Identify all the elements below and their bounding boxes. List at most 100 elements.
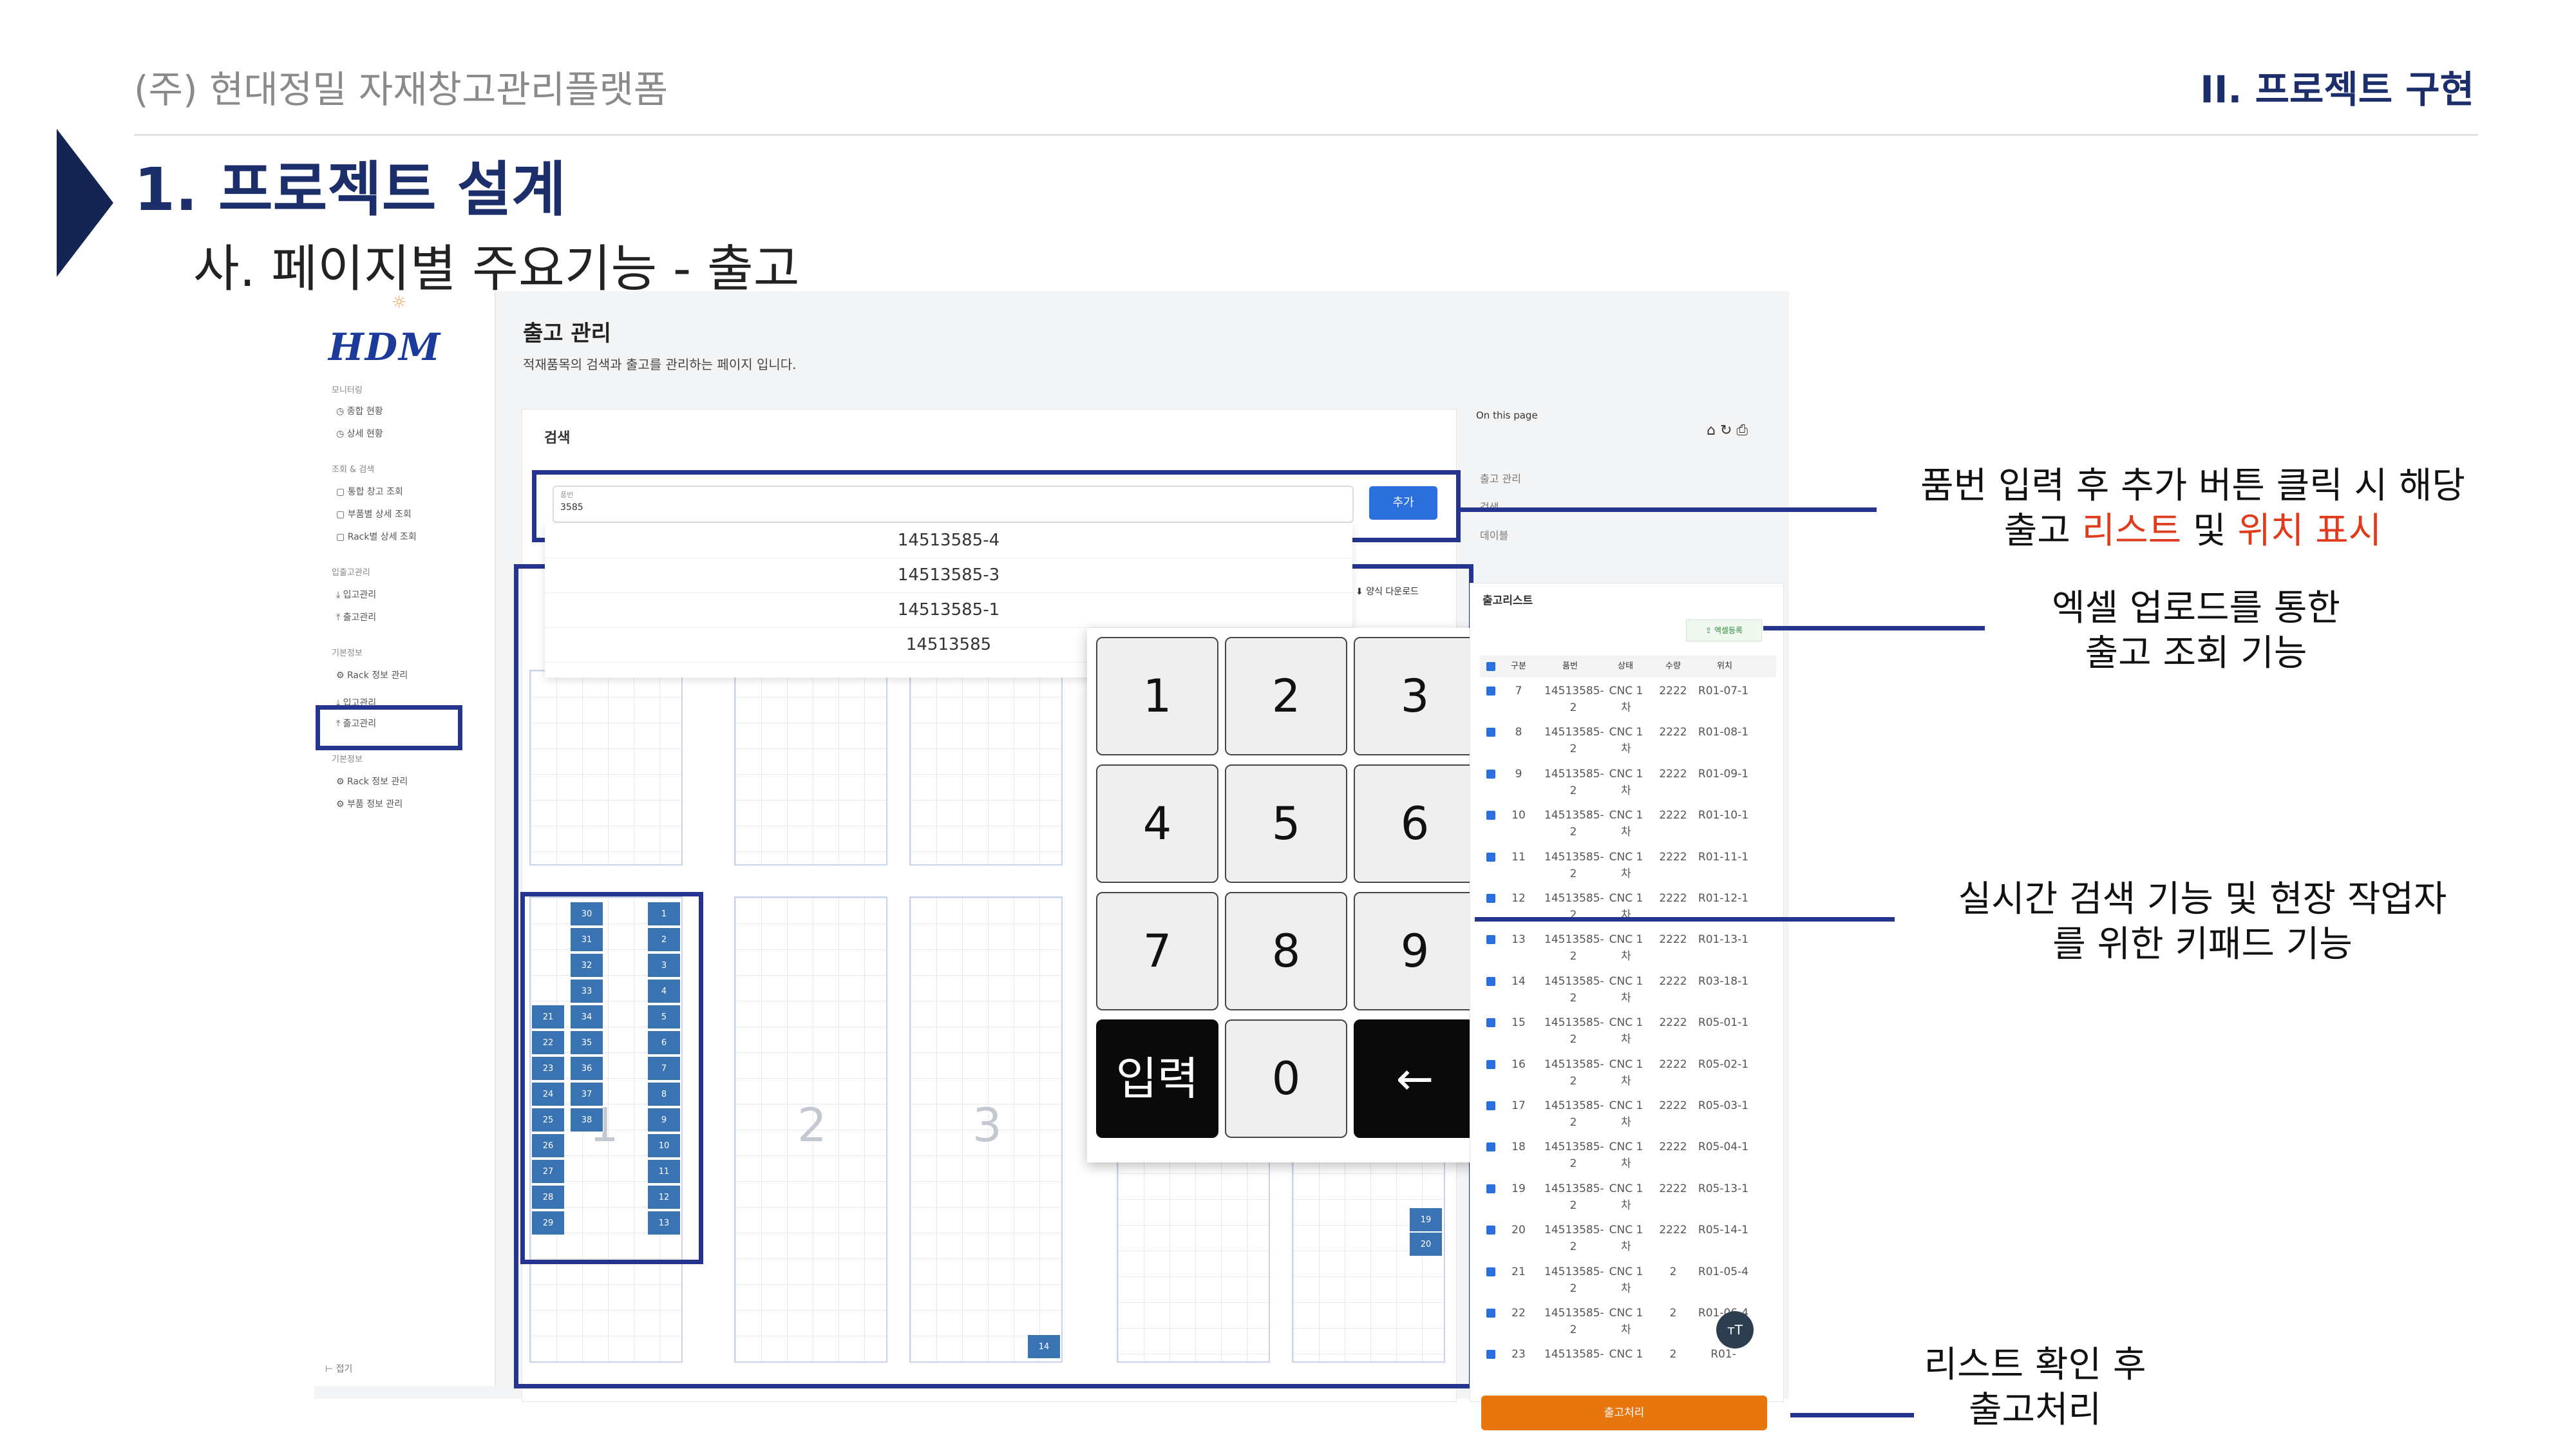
row-checkbox[interactable] [1486, 811, 1495, 820]
refresh-icon[interactable]: ↻ [1720, 422, 1732, 439]
row-checkbox[interactable] [1486, 769, 1495, 779]
annotation-keypad: 실시간 검색 기능 및 현장 작업자 를 위한 키패드 기능 [1880, 877, 2524, 967]
rack-cell[interactable]: 14 [1027, 1334, 1061, 1359]
table-row[interactable]: 20 14513585-2 CNC 1차 2222 R05-14-1 [1480, 1220, 1776, 1262]
sidebar-item[interactable]: ◷ 상세 현황 [336, 427, 383, 440]
shipment-list-title: 출고리스트 [1482, 594, 1533, 607]
app-logo[interactable]: HDM [328, 325, 441, 369]
row-checkbox[interactable] [1486, 1101, 1495, 1110]
sidebar-item[interactable]: ⤒ 출고관리 [336, 611, 376, 623]
table-row[interactable]: 18 14513585-2 CNC 1차 2222 R05-04-1 [1480, 1137, 1776, 1179]
row-checkbox[interactable] [1486, 1184, 1495, 1193]
table-row[interactable]: 13 14513585-2 CNC 1차 2222 R01-13-1 [1480, 930, 1776, 971]
key-enter[interactable]: 입력 [1096, 1019, 1218, 1138]
key-5[interactable]: 5 [1225, 764, 1347, 883]
row-checkbox[interactable] [1486, 687, 1495, 696]
annotation-connector [1475, 917, 1895, 922]
sidebar-item[interactable]: ▢ 통합 창고 조회 [336, 485, 403, 498]
key-1[interactable]: 1 [1096, 637, 1218, 755]
row-checkbox[interactable] [1486, 852, 1495, 862]
table-cell: R01-07-1 [1698, 685, 1749, 697]
table-cell: 14513585-2 [1544, 1182, 1604, 1212]
sidebar-item[interactable]: ⚙ Rack 정보 관리 [336, 668, 408, 681]
sidebar-group-label: 기본정보 [332, 755, 363, 764]
table-row[interactable]: 10 14513585-2 CNC 1차 2222 R01-10-1 [1480, 806, 1776, 847]
annotation-line: 리스트 확인 후 [1924, 1344, 2146, 1386]
suggestion-item[interactable]: 14513585-1 [545, 592, 1352, 628]
table-cell: 22 [1511, 1307, 1526, 1320]
row-checkbox[interactable] [1486, 1142, 1495, 1152]
row-checkbox[interactable] [1486, 894, 1495, 903]
table-row[interactable]: 7 14513585-2 CNC 1차 2222 R01-07-1 [1480, 681, 1776, 723]
home-icon[interactable]: ⌂ [1707, 422, 1716, 439]
toc-link[interactable]: 데이블 [1480, 527, 1508, 542]
table-row[interactable]: 8 14513585-2 CNC 1차 2222 R01-08-1 [1480, 723, 1776, 764]
key-3[interactable]: 3 [1354, 637, 1476, 755]
sidebar-item[interactable]: ⚙ Rack 정보 관리 [336, 775, 408, 788]
table-cell: 23 [1511, 1348, 1526, 1361]
toc-link[interactable]: 출고 관리 [1480, 470, 1521, 486]
table-cell: 2222 [1659, 892, 1687, 905]
annotation-connector [1461, 507, 1877, 512]
table-row[interactable]: 11 14513585-2 CNC 1차 2222 R01-11-1 [1480, 848, 1776, 889]
annotation-excel: 엑셀 업로드를 통한 출고 조회 기능 [1932, 586, 2460, 676]
ship-process-button[interactable]: 출고처리 [1481, 1396, 1767, 1430]
table-row[interactable]: 23 14513585- CNC 1 2 R01- [1480, 1345, 1776, 1386]
table-cell: 14513585-2 [1544, 685, 1604, 714]
sidebar-item-label: 종합 현황 [346, 406, 383, 417]
key-6[interactable]: 6 [1354, 764, 1476, 883]
sidebar [314, 291, 496, 1386]
table-row[interactable]: 12 14513585-2 CNC 1차 2222 R01-12-1 [1480, 889, 1776, 930]
suggestion-item[interactable]: 14513585-3 [545, 558, 1352, 593]
table-cell: CNC 1차 [1609, 726, 1643, 756]
excel-upload-button[interactable]: ⇪ 엑셀등록 [1686, 620, 1762, 641]
row-checkbox[interactable] [1486, 935, 1495, 945]
key-4[interactable]: 4 [1096, 764, 1218, 883]
key-9[interactable]: 9 [1354, 892, 1476, 1010]
row-checkbox[interactable] [1486, 1226, 1495, 1235]
row-checkbox[interactable] [1486, 728, 1495, 737]
part-number-input[interactable]: 품번 3585 [553, 486, 1354, 523]
row-checkbox[interactable] [1486, 976, 1495, 986]
suggestion-item[interactable]: 14513585-4 [545, 523, 1352, 558]
rack-cell[interactable]: 20 [1409, 1232, 1443, 1256]
sidebar-highlight-box [316, 705, 462, 750]
table-row[interactable]: 21 14513585-2 CNC 1차 2 R01-05-4 [1480, 1262, 1776, 1303]
table-row[interactable]: 14 14513585-2 CNC 1차 2222 R03-18-1 [1480, 972, 1776, 1013]
row-checkbox[interactable] [1486, 1018, 1495, 1028]
key-backspace[interactable]: ← [1354, 1019, 1476, 1138]
table-cell: 2222 [1659, 809, 1687, 822]
rack-cell[interactable]: 19 [1409, 1208, 1443, 1232]
table-row[interactable]: 17 14513585-2 CNC 1차 2222 R05-03-1 [1480, 1096, 1776, 1137]
key-0[interactable]: 0 [1225, 1019, 1347, 1138]
key-7[interactable]: 7 [1096, 892, 1218, 1010]
annotation-line: 출고 리스트 및 위치 표시 [1868, 509, 2518, 554]
table-row[interactable]: 16 14513585-2 CNC 1차 2222 R05-02-1 [1480, 1055, 1776, 1096]
table-row[interactable]: 9 14513585-2 CNC 1차 2222 R01-09-1 [1480, 764, 1776, 806]
print-icon[interactable]: ⎙ [1736, 422, 1748, 439]
row-checkbox[interactable] [1486, 1059, 1495, 1069]
table-cell: 2222 [1659, 974, 1687, 988]
sidebar-item[interactable]: ⤓ 입고관리 [336, 588, 376, 601]
table-cell: 11 [1511, 850, 1526, 864]
row-checkbox[interactable] [1486, 1309, 1495, 1318]
excel-upload-label: 엑셀등록 [1714, 626, 1743, 635]
font-size-toggle-button[interactable]: ᴛT [1716, 1311, 1754, 1349]
select-all-checkbox[interactable] [1486, 662, 1495, 671]
sidebar-item[interactable]: ▢ Rack별 상세 조회 [336, 530, 417, 543]
table-cell: 10 [1511, 809, 1526, 822]
sidebar-item[interactable]: ⚙ 부품 정보 관리 [336, 797, 402, 810]
row-checkbox[interactable] [1486, 1267, 1495, 1276]
row-checkbox[interactable] [1486, 1350, 1495, 1359]
key-2[interactable]: 2 [1225, 637, 1347, 755]
table-row[interactable]: 19 14513585-2 CNC 1차 2222 R05-13-1 [1480, 1179, 1776, 1220]
table-cell: 2222 [1659, 767, 1687, 781]
sidebar-item[interactable]: ◷ 종합 현황 [336, 404, 383, 417]
sidebar-collapse-button[interactable]: ⊢ 접기 [325, 1362, 352, 1375]
table-row[interactable]: 15 14513585-2 CNC 1차 2222 R05-01-1 [1480, 1013, 1776, 1054]
template-download-button[interactable]: ⬇ 양식 다운로드 [1356, 585, 1419, 598]
key-8[interactable]: 8 [1225, 892, 1347, 1010]
table-cell: 14513585-2 [1544, 1141, 1604, 1171]
sidebar-item[interactable]: ▢ 부품별 상세 조회 [336, 507, 412, 520]
add-button[interactable]: 추가 [1369, 486, 1437, 520]
